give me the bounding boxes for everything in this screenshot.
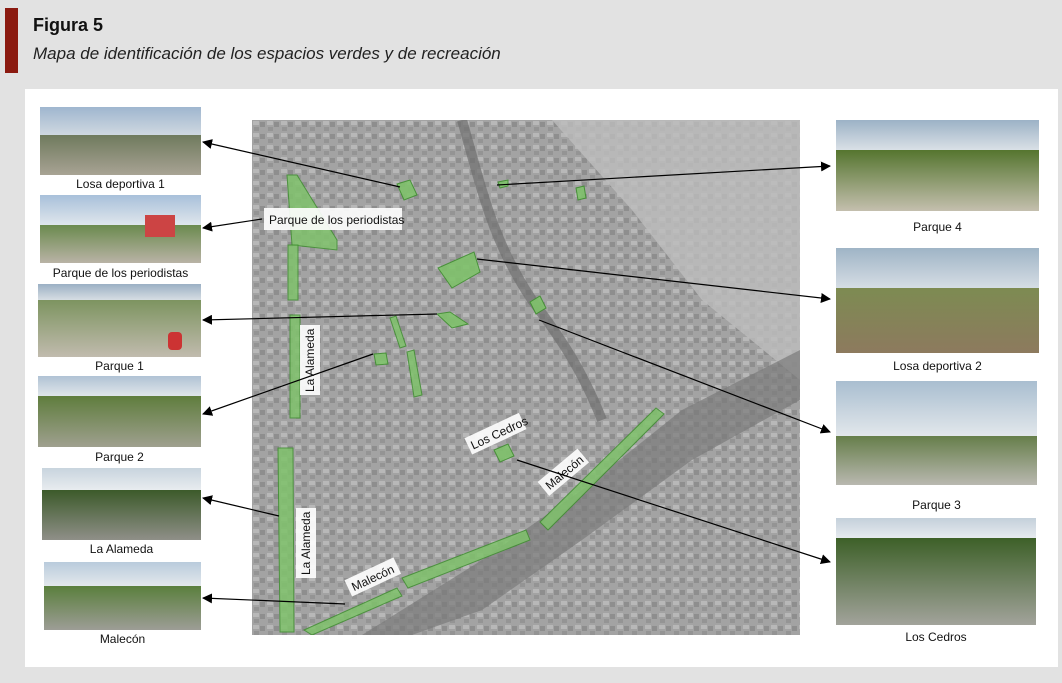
arrow-malecon [202, 593, 346, 605]
arrow-parque-3 [538, 319, 831, 434]
arrow-losa-deportiva-1 [202, 139, 401, 188]
arrows-overlay [202, 139, 831, 605]
arrow-la-alameda [202, 495, 280, 517]
arrow-parque-4 [496, 161, 831, 186]
arrow-parque-de-los-periodistas [202, 218, 263, 232]
arrow-los-cedros [516, 459, 831, 564]
arrow-parque-2 [202, 353, 374, 416]
arrow-losa-deportiva-2 [476, 258, 831, 303]
arrow-parque-1 [202, 313, 438, 325]
